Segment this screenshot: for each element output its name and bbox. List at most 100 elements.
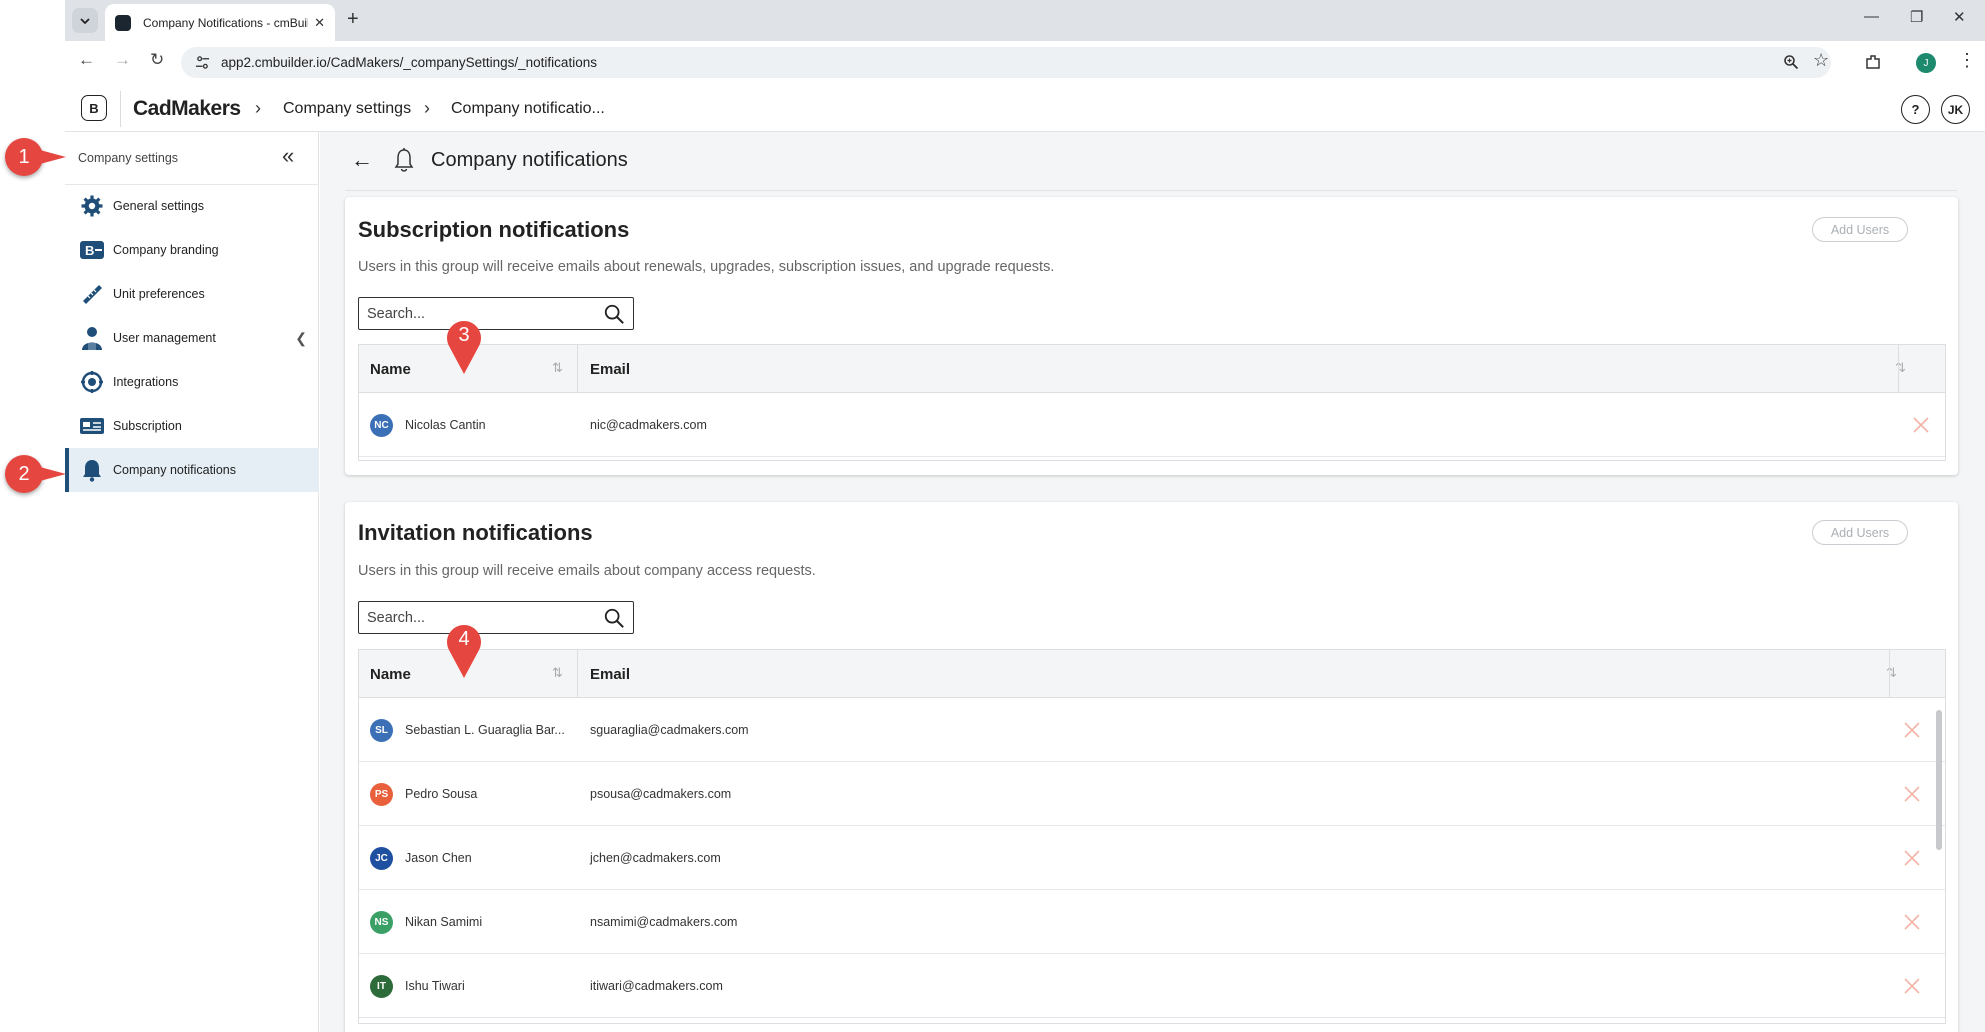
annotation-marker-4: 4 — [458, 628, 470, 650]
bell-icon — [394, 148, 414, 172]
user-email: jchen@cadmakers.com — [590, 851, 721, 865]
sidebar-item-label: User management — [113, 331, 216, 345]
user-avatar[interactable]: JK — [1941, 95, 1970, 124]
avatar: NS — [370, 911, 393, 934]
page-title: Company notifications — [431, 149, 628, 171]
search-icon[interactable] — [603, 303, 625, 325]
restore-icon[interactable]: ❐ — [1910, 8, 1923, 26]
branding-icon: B — [79, 237, 105, 263]
remove-user-icon[interactable] — [1903, 721, 1921, 739]
sidebar-item-integrations[interactable]: Integrations — [65, 360, 319, 404]
brand-name[interactable]: CadMakers — [133, 97, 241, 121]
back-arrow-icon[interactable]: ← — [351, 147, 373, 173]
breadcrumb-chevron-icon: › — [424, 98, 430, 118]
sidebar-item-label: Subscription — [113, 419, 182, 433]
avatar: NC — [370, 414, 393, 437]
sort-icon[interactable]: ⇅ — [552, 665, 563, 681]
tab-close-icon[interactable]: ✕ — [314, 15, 325, 31]
gear-icon — [79, 193, 105, 219]
zoom-icon[interactable] — [1783, 54, 1799, 70]
tab-title: Company Notifications - cmBuil — [143, 15, 309, 30]
column-header-name[interactable]: Name — [370, 666, 411, 683]
subscription-users-table: Name ⇅ Email ⇅ NC Nicolas Cantin nic@cad… — [358, 344, 1946, 461]
forward-icon[interactable]: → — [114, 50, 131, 70]
sidebar-item-company-branding[interactable]: B Company branding — [65, 228, 319, 272]
column-header-name[interactable]: Name — [370, 361, 411, 378]
table-row[interactable]: PS Pedro Sousa psousa@cadmakers.com — [359, 762, 1945, 826]
table-row[interactable]: NS Nikan Samimi nsamimi@cadmakers.com — [359, 890, 1945, 954]
sidebar-item-subscription[interactable]: Subscription — [65, 404, 319, 448]
user-email: nic@cadmakers.com — [590, 418, 707, 432]
remove-user-icon[interactable] — [1903, 977, 1921, 995]
window-close-icon[interactable]: ✕ — [1953, 8, 1966, 26]
search-field[interactable] — [358, 297, 634, 330]
profile-avatar[interactable]: J — [1916, 53, 1936, 73]
table-row[interactable]: NC Nicolas Cantin nic@cadmakers.com — [359, 393, 1945, 457]
search-icon[interactable] — [603, 607, 625, 629]
sort-icon[interactable]: ⇅ — [552, 360, 563, 376]
user-name: Nikan Samimi — [405, 915, 483, 929]
column-divider — [1898, 345, 1899, 393]
expand-chevron-icon[interactable]: ❮ — [295, 330, 307, 347]
site-favicon-icon — [115, 14, 131, 31]
breadcrumb-company-notifications[interactable]: Company notificatio... — [451, 100, 605, 118]
breadcrumb-company-settings[interactable]: Company settings — [283, 100, 411, 118]
sidebar-item-label: Integrations — [113, 375, 179, 389]
table-row[interactable]: IT Ishu Tiwari itiwari@cadmakers.com — [359, 954, 1945, 1018]
search-field[interactable] — [358, 601, 634, 634]
sidebar-item-label: General settings — [113, 199, 205, 213]
app-logo-icon[interactable]: B — [81, 95, 107, 121]
remove-user-icon[interactable] — [1912, 416, 1930, 434]
sidebar-item-unit-preferences[interactable]: Unit preferences — [65, 272, 319, 316]
collapse-sidebar-icon[interactable]: « — [282, 143, 294, 169]
user-email: itiwari@cadmakers.com — [590, 979, 723, 993]
add-users-button[interactable]: Add Users — [1812, 217, 1908, 242]
subscription-notifications-card: Subscription notifications Add Users Use… — [345, 197, 1958, 475]
section-description: Users in this group will receive emails … — [358, 259, 1055, 275]
subscription-icon — [79, 413, 105, 439]
sidebar-item-user-management[interactable]: User management ❮ — [65, 316, 319, 360]
remove-user-icon[interactable] — [1903, 913, 1921, 931]
user-name: Ishu Tiwari — [405, 979, 465, 993]
help-icon[interactable]: ? — [1901, 95, 1930, 124]
reload-icon[interactable]: ↻ — [150, 50, 164, 70]
site-settings-icon[interactable] — [195, 55, 210, 70]
user-email: sguaraglia@cadmakers.com — [590, 723, 749, 737]
ruler-icon — [79, 281, 105, 307]
column-divider — [577, 650, 578, 698]
sidebar-item-label: Unit preferences — [113, 287, 205, 301]
user-icon — [79, 325, 105, 351]
sort-icon[interactable]: ⇅ — [1895, 360, 1906, 376]
url-text[interactable]: app2.cmbuilder.io/CadMakers/_companySett… — [221, 55, 597, 70]
table-scrollbar[interactable] — [1936, 710, 1942, 850]
column-divider — [1889, 650, 1890, 698]
annotation-marker-3: 3 — [458, 324, 470, 346]
browser-tab[interactable]: Company Notifications - cmBuil ✕ — [105, 4, 335, 41]
table-row[interactable]: JC Jason Chen jchen@cadmakers.com — [359, 826, 1945, 890]
new-tab-button[interactable]: + — [347, 8, 359, 31]
add-users-button[interactable]: Add Users — [1812, 520, 1908, 545]
avatar: SL — [370, 719, 393, 742]
title-divider — [345, 190, 1957, 191]
browser-menu-icon[interactable]: ⋮ — [1958, 50, 1976, 71]
column-header-email[interactable]: Email — [590, 361, 630, 378]
tab-search-button[interactable] — [72, 8, 98, 33]
sidebar-item-company-notifications[interactable]: Company notifications — [65, 448, 319, 492]
bell-icon — [79, 457, 105, 483]
minimize-icon[interactable]: — — [1864, 8, 1879, 25]
sort-icon[interactable]: ⇅ — [1886, 665, 1897, 681]
back-icon[interactable]: ← — [78, 50, 95, 70]
svg-text:B: B — [85, 243, 94, 258]
remove-user-icon[interactable] — [1903, 849, 1921, 867]
remove-user-icon[interactable] — [1903, 785, 1921, 803]
table-header: Name ⇅ Email ⇅ — [359, 650, 1945, 698]
avatar: JC — [370, 847, 393, 870]
column-header-email[interactable]: Email — [590, 666, 630, 683]
table-row[interactable]: SL Sebastian L. Guaraglia Bar... sguarag… — [359, 698, 1945, 762]
extensions-icon[interactable] — [1864, 53, 1882, 71]
section-description: Users in this group will receive emails … — [358, 563, 816, 579]
annotation-pointer — [40, 467, 66, 481]
bookmark-star-icon[interactable]: ☆ — [1813, 50, 1829, 71]
sidebar-item-general-settings[interactable]: General settings — [65, 184, 319, 228]
annotation-pointer — [40, 150, 66, 164]
